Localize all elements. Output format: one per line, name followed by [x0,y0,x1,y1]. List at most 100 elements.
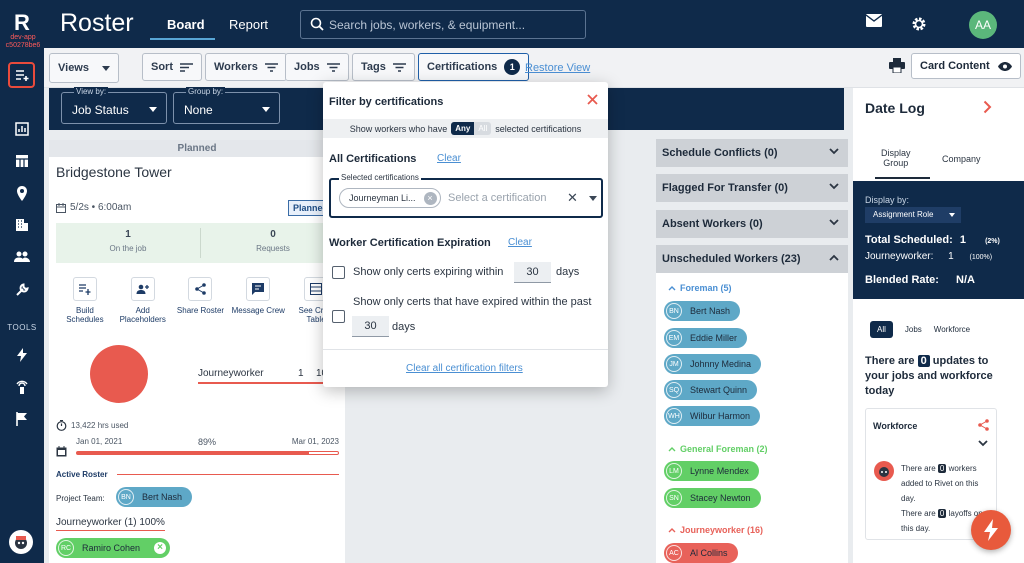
expiring-days-input[interactable]: 30 [514,262,551,283]
chevron-up-icon [668,446,676,451]
filter-all-tab[interactable]: All [870,321,893,338]
flagged-transfer-section[interactable]: Flagged For Transfer (0) [656,174,848,202]
tab-company[interactable]: Company [942,154,981,164]
clear-icon[interactable]: ✕ [567,190,578,206]
mail-icon[interactable] [865,14,883,30]
project-team-member-chip[interactable]: BN Bert Nash [116,487,193,507]
hours-used: 13,422 hrs used [56,420,128,431]
foreman-group-header[interactable]: Foreman (5) [668,283,732,293]
general-foreman-group-header[interactable]: General Foreman (2) [668,444,768,454]
rail-map-button[interactable] [12,183,32,203]
clear-certifications-link[interactable]: Clear [437,153,461,164]
restore-view-link[interactable]: Restore View [525,62,590,74]
schedule-conflicts-section[interactable]: Schedule Conflicts (0) [656,139,848,167]
any-all-toggle: Any All [451,122,492,135]
close-icon[interactable] [587,94,598,105]
all-option[interactable]: All [474,122,492,135]
worker-chip[interactable]: WH Wilbur Harmon [664,406,761,426]
worker-chip[interactable]: BN Bert Nash [664,301,741,321]
sort-button[interactable]: Sort [142,53,202,81]
selected-cert-chip[interactable]: Journeyman Li... × [339,188,441,208]
worker-chip[interactable]: JM Johnny Medina [664,354,762,374]
views-button[interactable]: Views [49,53,119,83]
worker-chip[interactable]: EM Eddie Miller [664,328,748,348]
rail-broadcast-button[interactable] [12,377,32,397]
journeyworker-group-header[interactable]: Journeyworker (16) [668,525,763,535]
search-placeholder: Search jobs, workers, & equipment... [329,18,526,32]
rail-reports-button[interactable] [12,119,32,139]
filter-workforce-tab[interactable]: Workforce [934,325,970,334]
caret-down-icon[interactable] [589,196,597,201]
chevron-right-icon[interactable] [983,100,992,114]
remove-icon[interactable]: × [154,542,167,554]
share-icon [195,283,206,295]
quick-action-button[interactable] [971,510,1011,550]
add-list-icon [15,70,28,81]
certification-select[interactable]: Selected certifications Journeyman Li...… [329,173,603,218]
mascot-icon [15,536,27,549]
match-mode-row: Show workers who have Any All selected c… [323,119,608,138]
chevron-down-icon[interactable] [978,440,988,447]
expired-checkbox[interactable] [332,310,345,323]
group-by-select[interactable]: Group by: None [173,87,280,124]
share-roster-button[interactable]: Share Roster [172,277,230,324]
certifications-filter-button[interactable]: Certifications 1 [418,53,530,81]
date-log-panel: Date Log Display Group Company Display b… [853,88,1024,563]
chart-icon [15,122,29,136]
lightning-icon [17,348,27,362]
timer-icon [56,420,67,431]
clear-all-filters-link[interactable]: Clear all certification filters [406,363,523,374]
unscheduled-workers-list: Foreman (5) BN Bert Nash EM Eddie Miller J… [656,273,848,563]
remove-icon[interactable]: × [423,192,437,205]
tab-report[interactable]: Report [229,17,268,32]
jobs-filter-button[interactable]: Jobs [285,53,349,81]
worker-chip[interactable]: SQ Stewart Quinn [664,380,758,400]
tab-board[interactable]: Board [167,17,205,32]
filter-icon [392,62,406,72]
rail-quick-button[interactable] [12,345,32,365]
left-rail: R dev-app c50278be6 TOOLS [0,0,44,563]
display-by-select[interactable]: Assignment Role [865,207,961,223]
clear-expiration-link[interactable]: Clear [508,237,532,248]
any-option[interactable]: Any [451,122,475,135]
absent-workers-section[interactable]: Absent Workers (0) [656,210,848,238]
filter-icon [264,62,278,72]
job-name[interactable]: Bridgestone Tower [56,164,172,180]
tab-display-group[interactable]: Display Group [881,148,911,168]
rail-people-button[interactable] [12,247,32,267]
worker-chip[interactable]: AC Al Collins [664,543,738,563]
blended-rate-row: Blended Rate: N/A [865,274,975,286]
message-crew-button[interactable]: Message Crew [229,277,287,324]
rail-board-button[interactable] [12,151,32,171]
rail-company-button[interactable] [12,215,32,235]
roster-worker-chip[interactable]: RC Ramiro Cohen × [56,538,171,558]
build-schedules-button[interactable]: Build Schedules [56,277,114,324]
rail-flag-button[interactable] [12,409,32,429]
calendar-icon [56,446,67,457]
support-avatar[interactable] [9,530,33,554]
tags-filter-button[interactable]: Tags [352,53,415,81]
worker-chip[interactable]: SN Stacey Newton [664,488,761,508]
lightning-icon [984,519,998,541]
add-placeholders-button[interactable]: Add Placeholders [114,277,172,324]
print-icon[interactable] [889,58,905,76]
filter-jobs-tab[interactable]: Jobs [905,325,922,334]
global-search-input[interactable]: Search jobs, workers, & equipment... [300,10,586,39]
tools-label: TOOLS [7,323,37,332]
workers-filter-button[interactable]: Workers [205,53,287,81]
add-job-button[interactable] [8,62,35,88]
rail-equipment-button[interactable] [12,280,32,300]
job-card[interactable]: Planned Bridgestone Tower 5/2s • 6:00am … [49,140,345,563]
chevron-up-icon [668,527,676,532]
unscheduled-workers-section[interactable]: Unscheduled Workers (23) [656,245,848,273]
expiring-checkbox[interactable] [332,266,345,279]
active-tab-indicator [150,38,215,40]
share-icon[interactable] [978,419,989,431]
user-avatar[interactable]: AA [969,11,997,39]
chevron-up-icon [668,285,676,290]
settings-gear-icon[interactable] [911,16,927,35]
card-content-button[interactable]: Card Content [911,53,1021,79]
view-by-select[interactable]: View by: Job Status [61,87,167,124]
worker-chip[interactable]: LM Lynne Mendex [664,461,759,481]
expired-days-input[interactable]: 30 [352,316,389,337]
